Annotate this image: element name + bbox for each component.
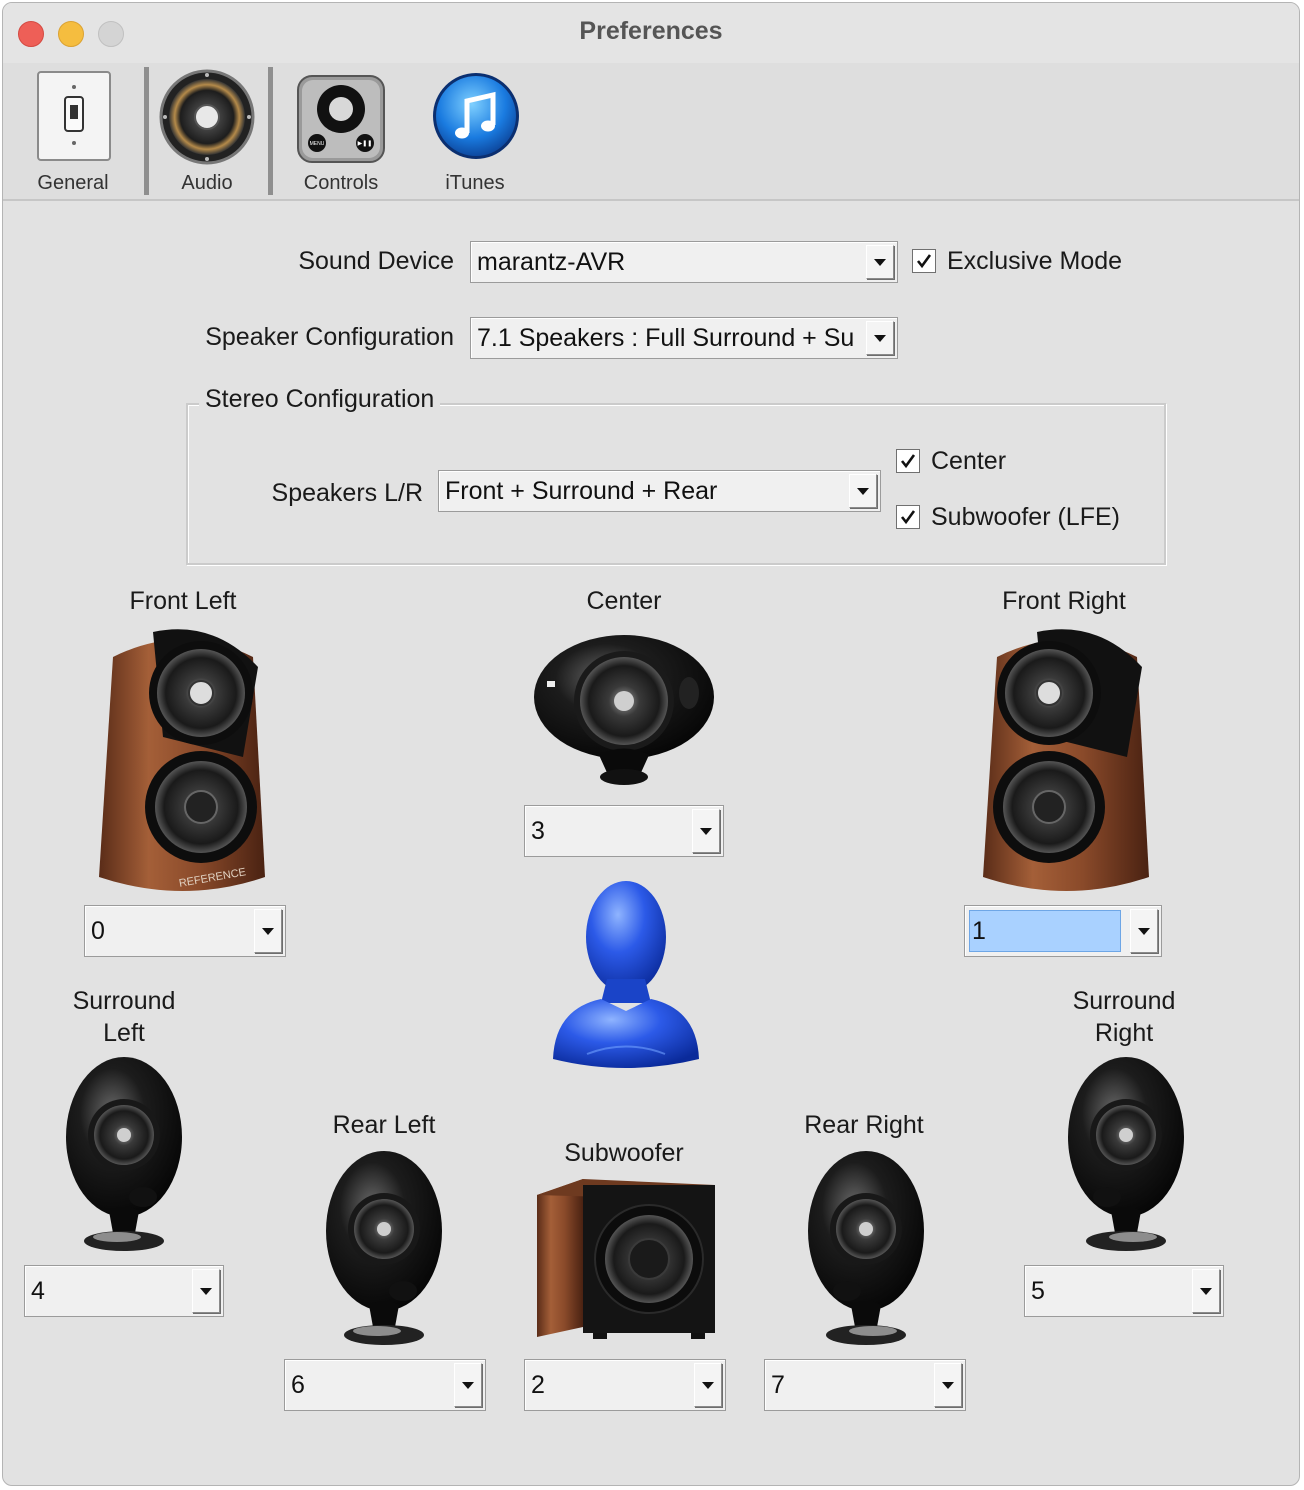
- subwoofer-icon: [537, 1179, 715, 1339]
- window-title: Preferences: [579, 17, 723, 45]
- tab-general-label: General: [37, 172, 109, 194]
- listener-icon: [553, 881, 699, 1068]
- preferences-toolbar: General Audio MENU ▶❚❚ Controls iTunes: [3, 63, 1299, 201]
- surround-left-channel-value: 4: [31, 1276, 45, 1305]
- rear-right-channel-select[interactable]: 7: [764, 1359, 966, 1411]
- front-right-channel-select[interactable]: 1: [964, 905, 1162, 957]
- bookshelf-speaker-icon: REFERENCE: [99, 629, 265, 891]
- tab-controls[interactable]: MENU ▶❚❚ Controls: [279, 69, 403, 197]
- rear-right-channel-value: 7: [771, 1370, 785, 1399]
- remote-icon: MENU ▶❚❚: [297, 75, 385, 163]
- subwoofer-channel-value: 2: [531, 1370, 545, 1399]
- chevron-down-icon[interactable]: [254, 909, 282, 953]
- chevron-down-icon[interactable]: [866, 245, 894, 279]
- exclusive-mode-label: Exclusive Mode: [947, 247, 1123, 275]
- center-checkbox-label: Center: [931, 447, 1007, 475]
- surround-left-label-line1: Surround: [72, 987, 176, 1015]
- exclusive-mode-checkbox[interactable]: [912, 249, 936, 273]
- egg-speaker-icon: [808, 1151, 924, 1345]
- chevron-down-icon[interactable]: [849, 474, 877, 508]
- chevron-down-icon[interactable]: [1192, 1269, 1220, 1313]
- speaker-configuration-select[interactable]: 7.1 Speakers : Full Surround + Su: [470, 317, 898, 359]
- bookshelf-speaker-icon: [983, 629, 1149, 891]
- subwoofer-lfe-checkbox[interactable]: [896, 505, 920, 529]
- chevron-down-icon[interactable]: [192, 1269, 220, 1313]
- surround-left-label: Surround Left: [24, 985, 224, 1049]
- speaker-configuration-value: 7.1 Speakers : Full Surround + Su: [477, 323, 855, 352]
- front-left-label: Front Left: [129, 587, 237, 615]
- rear-left-label: Rear Left: [332, 1111, 436, 1139]
- surround-right-channel-value: 5: [1031, 1276, 1045, 1305]
- egg-speaker-icon: [1068, 1057, 1184, 1251]
- itunes-icon: [433, 73, 519, 159]
- tab-audio-label: Audio: [181, 172, 233, 194]
- subwoofer-lfe-label: Subwoofer (LFE): [931, 503, 1120, 531]
- chevron-down-icon[interactable]: [454, 1363, 482, 1407]
- checkmark-icon: [900, 510, 916, 525]
- chevron-down-icon[interactable]: [934, 1363, 962, 1407]
- sound-device-label: Sound Device: [298, 247, 454, 275]
- speaker-icon: [159, 69, 255, 165]
- switch-icon: [37, 71, 111, 161]
- surround-right-label: Surround Right: [1024, 985, 1224, 1049]
- center-speaker-icon: [534, 635, 714, 785]
- checkmark-icon: [900, 454, 916, 469]
- rear-left-channel-value: 6: [291, 1370, 305, 1399]
- sound-device-select[interactable]: marantz-AVR: [470, 241, 898, 283]
- title-bar: Preferences: [3, 3, 1299, 63]
- svg-text:MENU: MENU: [310, 141, 325, 147]
- chevron-down-icon[interactable]: [866, 321, 894, 355]
- speakers-lr-select[interactable]: Front + Surround + Rear: [438, 470, 881, 512]
- tab-itunes-label: iTunes: [445, 172, 505, 194]
- checkmark-icon: [916, 254, 932, 269]
- svg-text:▶❚❚: ▶❚❚: [358, 140, 373, 147]
- center-channel-select[interactable]: 3: [524, 805, 724, 857]
- stereo-configuration-title: Stereo Configuration: [199, 385, 441, 414]
- chevron-down-icon[interactable]: [1130, 909, 1158, 953]
- center-checkbox[interactable]: [896, 449, 920, 473]
- surround-left-channel-select[interactable]: 4: [24, 1265, 224, 1317]
- speakers-lr-label: Speakers L/R: [271, 479, 423, 507]
- surround-right-channel-select[interactable]: 5: [1024, 1265, 1224, 1317]
- surround-right-label-line1: Surround: [1072, 987, 1176, 1015]
- tab-audio[interactable]: Audio: [145, 69, 269, 197]
- speaker-configuration-label: Speaker Configuration: [205, 323, 454, 351]
- front-left-channel-select[interactable]: 0: [84, 905, 286, 957]
- egg-speaker-icon: [66, 1057, 182, 1251]
- front-right-label: Front Right: [1002, 587, 1126, 615]
- front-left-channel-value: 0: [91, 916, 105, 945]
- subwoofer-label: Subwoofer: [564, 1139, 684, 1167]
- egg-speaker-icon: [326, 1151, 442, 1345]
- rear-left-channel-select[interactable]: 6: [284, 1359, 486, 1411]
- front-right-channel-value: 1: [969, 910, 1121, 952]
- sound-device-value: marantz-AVR: [477, 247, 626, 276]
- center-label: Center: [586, 587, 662, 615]
- rear-right-label: Rear Right: [804, 1111, 924, 1139]
- chevron-down-icon[interactable]: [692, 809, 720, 853]
- tab-controls-label: Controls: [303, 172, 379, 194]
- speakers-lr-value: Front + Surround + Rear: [445, 476, 718, 505]
- preferences-window: Preferences General Audio MENU ▶❚❚ Contr…: [2, 2, 1300, 1486]
- audio-pane: Sound Device marantz-AVR Exclusive Mode …: [3, 203, 1299, 1485]
- surround-right-label-line2: Right: [1094, 1019, 1154, 1047]
- subwoofer-channel-select[interactable]: 2: [524, 1359, 726, 1411]
- tab-itunes[interactable]: iTunes: [413, 69, 537, 197]
- tab-general[interactable]: General: [11, 69, 135, 197]
- center-channel-value: 3: [531, 816, 545, 845]
- surround-left-label-line2: Left: [103, 1019, 145, 1047]
- chevron-down-icon[interactable]: [694, 1363, 722, 1407]
